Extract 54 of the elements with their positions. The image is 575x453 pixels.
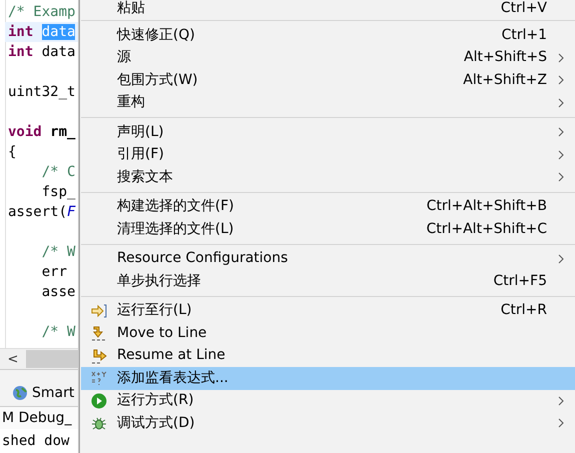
menu-item[interactable]: 包围方式(W) Alt+Shift+Z	[81, 69, 575, 92]
code-text: {	[8, 144, 16, 160]
console-text: shed dow	[1, 432, 70, 451]
code-text: F	[67, 204, 76, 220]
code-text: /* Examp	[8, 4, 76, 20]
menu-item[interactable]: Move to Line	[81, 322, 575, 344]
code-text: uint32_t	[8, 84, 76, 100]
code-text: asse	[40, 284, 76, 300]
chevron-right-icon	[558, 76, 564, 85]
chevron-right-icon	[558, 98, 564, 108]
expression-icon	[91, 370, 107, 386]
menu-item[interactable]: Resource Configurations	[81, 248, 575, 270]
code-text: /* W	[40, 244, 76, 260]
code-text: /* W	[40, 324, 76, 340]
code-text: int	[8, 44, 34, 60]
menu-item[interactable]: 清理选择的文件(L) Ctrl+Alt+Shift+C	[81, 218, 575, 240]
globe-icon	[12, 385, 28, 401]
menu-item[interactable]: 引用(F)	[81, 144, 575, 166]
menu-item[interactable]: 运行至行(L) Ctrl+R	[81, 300, 575, 322]
scrollbar-thumb[interactable]	[26, 350, 78, 368]
arrow-down-icon	[91, 325, 107, 342]
code-text: assert(	[8, 204, 68, 220]
chevron-right-icon	[558, 150, 564, 160]
code-text: rm_	[49, 124, 76, 140]
menu-item[interactable]: 粘贴 Ctrl+V	[81, 0, 575, 17]
menu-item[interactable]: 源 Alt+Shift+S	[81, 46, 575, 69]
menu-item[interactable]: 运行方式(R)	[81, 390, 575, 412]
menu-item[interactable]: 构建选择的文件(F) Ctrl+Alt+Shift+B	[81, 196, 575, 218]
arrow-right-icon	[91, 348, 107, 364]
chevron-right-icon	[558, 128, 564, 137]
menu-item[interactable]: 重构	[81, 92, 575, 114]
chevron-right-icon	[558, 418, 564, 428]
code-text: data	[40, 44, 76, 60]
chevron-right-icon	[558, 396, 564, 406]
menu-item[interactable]: 搜索文本	[81, 166, 575, 188]
arrow-to-line-icon	[91, 304, 107, 318]
code-text: err	[40, 264, 68, 280]
menu-item[interactable]: 添加监看表达式...	[81, 367, 575, 390]
run-icon	[91, 392, 107, 409]
menu-item[interactable]: 声明(L)	[81, 121, 575, 144]
chevron-right-icon	[558, 53, 564, 62]
menu-item[interactable]: 调试方式(D)	[81, 412, 575, 434]
code-text: void	[8, 124, 42, 140]
menu-item[interactable]: 快速修正(Q) Ctrl+1	[81, 24, 575, 46]
chevron-right-icon	[558, 254, 564, 264]
menu-item[interactable]: Resume at Line	[81, 344, 575, 367]
menu-item[interactable]: 单步执行选择 Ctrl+F5	[81, 270, 575, 292]
selected-text: data	[42, 24, 76, 40]
code-text: int	[8, 24, 34, 40]
code-text: fsp_	[40, 184, 76, 200]
chevron-right-icon	[558, 172, 564, 182]
code-text: /* C	[40, 164, 76, 180]
console-title: M Debug_	[0, 406, 78, 429]
bug-icon	[91, 415, 107, 432]
